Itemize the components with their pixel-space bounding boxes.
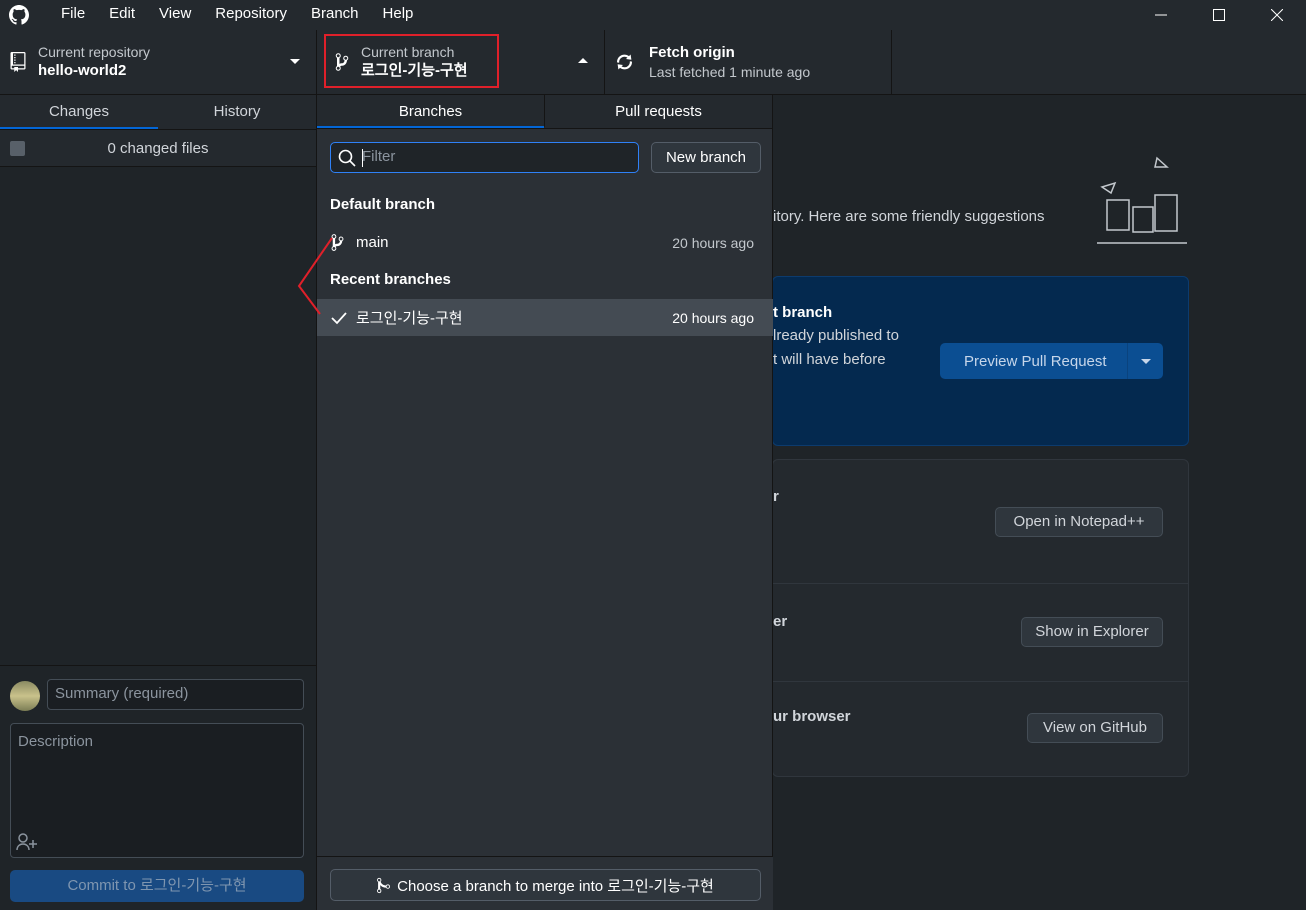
branch-filter-input[interactable]: Filter xyxy=(330,142,639,173)
current-repository-button[interactable]: Current repository hello-world2 xyxy=(0,30,317,94)
close-button[interactable] xyxy=(1248,0,1306,30)
tab-branches[interactable]: Branches xyxy=(317,95,544,128)
view-on-github-button[interactable]: View on GitHub xyxy=(1027,713,1163,743)
add-coauthor-icon[interactable] xyxy=(16,833,38,851)
github-logo-icon xyxy=(9,5,29,25)
merge-footer: Choose a branch to merge into 로그인-기능-구현 xyxy=(317,856,773,910)
summary-input[interactable]: Summary (required) xyxy=(47,679,304,710)
changed-files-header: 0 changed files xyxy=(0,130,316,167)
chevron-down-icon xyxy=(290,59,300,64)
fetch-origin-button[interactable]: Fetch origin Last fetched 1 minute ago xyxy=(605,30,892,94)
commit-button[interactable]: Commit to 로그인-기능-구현 xyxy=(10,870,304,902)
chevron-down-icon xyxy=(1140,359,1151,364)
changes-panel: Changes History 0 changed files Summary … xyxy=(0,95,317,910)
search-icon xyxy=(338,149,356,167)
select-all-checkbox[interactable] xyxy=(10,140,25,156)
red-bracket-annotation xyxy=(297,237,333,315)
sync-icon xyxy=(617,54,632,70)
minimize-button[interactable] xyxy=(1132,0,1190,30)
pr-card-line1: lready published to xyxy=(773,327,899,344)
fetch-origin-label: Fetch origin xyxy=(649,44,735,61)
menu-view[interactable]: View xyxy=(147,0,203,30)
merge-button-label: Choose a branch to merge into 로그인-기능-구현 xyxy=(397,877,714,895)
repo-icon xyxy=(10,52,26,72)
tab-changes[interactable]: Changes xyxy=(0,95,158,129)
suggestion-editor-title: r xyxy=(773,488,779,505)
pr-dropdown-toggle[interactable] xyxy=(1127,343,1163,379)
branch-highlight-annotation xyxy=(324,34,499,88)
pr-card-title: t branch xyxy=(773,304,833,321)
branch-item-time: 20 hours ago xyxy=(672,234,754,251)
chevron-up-icon xyxy=(578,58,588,63)
branch-item-name: 로그인-기능-구현 xyxy=(356,310,463,327)
suggestion-explorer-title: er xyxy=(773,613,788,630)
menu-file[interactable]: File xyxy=(49,0,97,30)
menu-help[interactable]: Help xyxy=(371,0,426,30)
show-in-explorer-button[interactable]: Show in Explorer xyxy=(1021,617,1163,647)
pr-card-line2: t will have before xyxy=(773,351,886,368)
repository-name: hello-world2 xyxy=(38,62,127,79)
new-branch-button[interactable]: New branch xyxy=(651,142,761,173)
maximize-icon xyxy=(1213,9,1225,21)
preview-pull-request-button[interactable]: Preview Pull Request xyxy=(940,343,1163,379)
recent-branches-heading: Recent branches xyxy=(330,271,451,288)
current-repository-label: Current repository xyxy=(38,44,151,60)
changed-files-count: 0 changed files xyxy=(107,139,209,157)
open-in-notepad-button[interactable]: Open in Notepad++ xyxy=(995,507,1163,537)
commit-form: Summary (required) Description Commit to… xyxy=(0,665,316,910)
merge-branch-button[interactable]: Choose a branch to merge into 로그인-기능-구현 xyxy=(330,869,761,901)
branch-item-main[interactable]: main 20 hours ago xyxy=(317,224,773,261)
menu-branch[interactable]: Branch xyxy=(299,0,371,30)
maximize-button[interactable] xyxy=(1190,0,1248,30)
last-fetched-status: Last fetched 1 minute ago xyxy=(649,64,811,80)
menu-repository[interactable]: Repository xyxy=(203,0,299,30)
title-bar: File Edit View Repository Branch Help xyxy=(0,0,1306,30)
avatar xyxy=(10,681,40,711)
left-tabs: Changes History xyxy=(0,95,316,130)
intro-text: itory. Here are some friendly suggestion… xyxy=(773,208,1045,225)
filter-placeholder: Filter xyxy=(362,148,396,165)
window-controls xyxy=(1132,0,1306,30)
tab-pull-requests[interactable]: Pull requests xyxy=(544,95,772,128)
close-icon xyxy=(1271,9,1283,21)
preview-pull-request-label: Preview Pull Request xyxy=(964,352,1107,370)
filter-row: Filter New branch xyxy=(330,142,761,174)
minimize-icon xyxy=(1155,14,1167,16)
merge-icon xyxy=(377,877,391,893)
default-branch-heading: Default branch xyxy=(330,196,436,213)
dropdown-tabs: Branches Pull requests xyxy=(317,95,772,129)
toolbar: Current repository hello-world2 Current … xyxy=(0,30,1306,95)
branch-dropdown: Branches Pull requests Filter New branch… xyxy=(317,95,773,910)
branch-item-login-feature[interactable]: 로그인-기능-구현 20 hours ago xyxy=(317,299,773,336)
suggestion-browser-title: ur browser xyxy=(773,708,851,725)
description-input[interactable]: Description xyxy=(10,723,304,858)
menu-edit[interactable]: Edit xyxy=(97,0,147,30)
branch-item-time: 20 hours ago xyxy=(672,309,754,326)
illustration-icon xyxy=(1097,156,1187,244)
branch-item-name: main xyxy=(356,234,389,251)
tab-history[interactable]: History xyxy=(158,95,316,129)
